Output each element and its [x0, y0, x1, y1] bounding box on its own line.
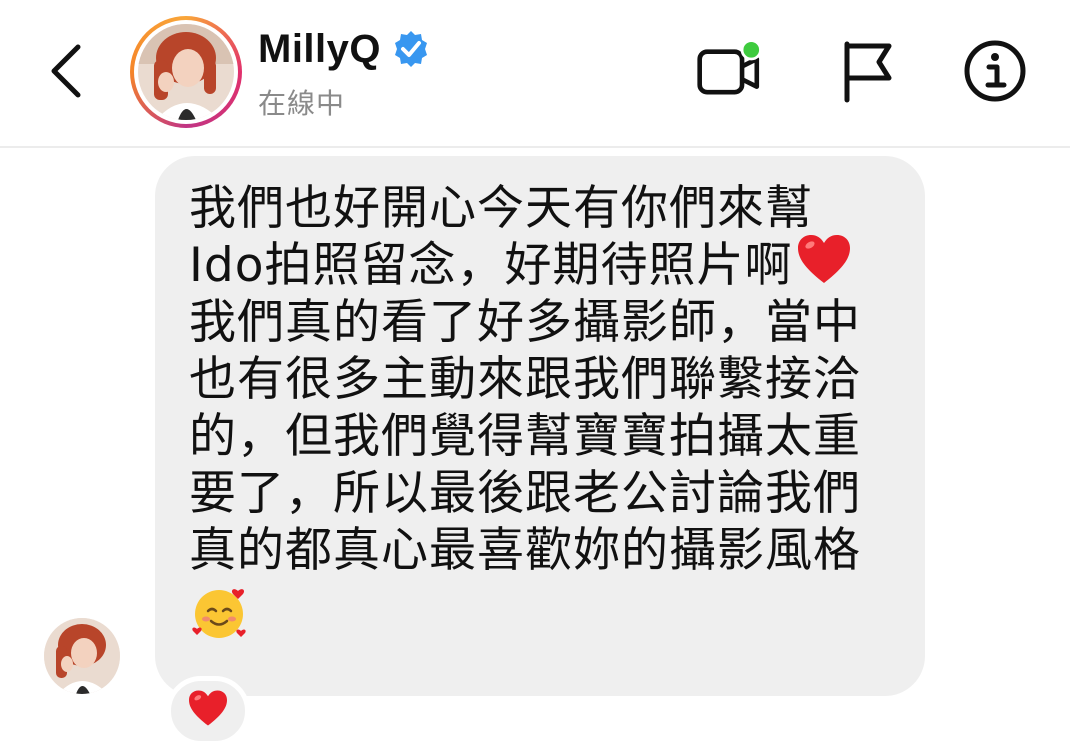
- reaction-badge[interactable]: [166, 676, 250, 746]
- message-line: 的，但我們覺得幫寶寶拍攝太重: [189, 409, 861, 464]
- video-call-button[interactable]: [696, 36, 766, 106]
- chevron-left-icon: [51, 44, 81, 98]
- video-call-icon: [697, 39, 762, 95]
- report-button[interactable]: [832, 36, 902, 106]
- flag-icon: [844, 41, 892, 103]
- message-line: 真的都真心最喜歡妳的攝影風格: [189, 523, 861, 578]
- info-icon: [964, 40, 1026, 102]
- message-line: 也有很多主動來跟我們聯繫接洽: [189, 352, 861, 407]
- verified-badge-icon: [395, 31, 428, 67]
- username[interactable]: MillyQ: [258, 27, 381, 72]
- smiling-face-with-hearts-icon: [192, 589, 246, 638]
- message-line-text: Ido拍照留念，好期待照片啊: [189, 238, 793, 293]
- red-heart-icon: [189, 690, 227, 726]
- chat-header: MillyQ 在線中: [0, 0, 1070, 146]
- online-status: 在線中: [258, 87, 346, 120]
- message-thread[interactable]: 我們也好開心今天有你們來幫 Ido拍照留念，好期待照片啊 我們真的看了好多攝影師…: [0, 148, 1070, 746]
- message-line: 我們也好開心今天有你們來幫: [189, 181, 813, 236]
- message-bubble[interactable]: 我們也好開心今天有你們來幫 Ido拍照留念，好期待照片啊 我們真的看了好多攝影師…: [155, 156, 925, 696]
- avatar-photo: [138, 24, 234, 120]
- sender-avatar[interactable]: [44, 618, 120, 694]
- profile-avatar[interactable]: [130, 16, 242, 128]
- red-heart-icon: [796, 233, 852, 298]
- back-button[interactable]: [40, 40, 92, 102]
- message-line: Ido拍照留念，好期待照片啊: [189, 235, 925, 294]
- info-button[interactable]: [960, 36, 1030, 106]
- message-line: 我們真的看了好多攝影師，當中: [189, 295, 861, 350]
- message-line: 要了，所以最後跟老公討論我們: [189, 466, 861, 521]
